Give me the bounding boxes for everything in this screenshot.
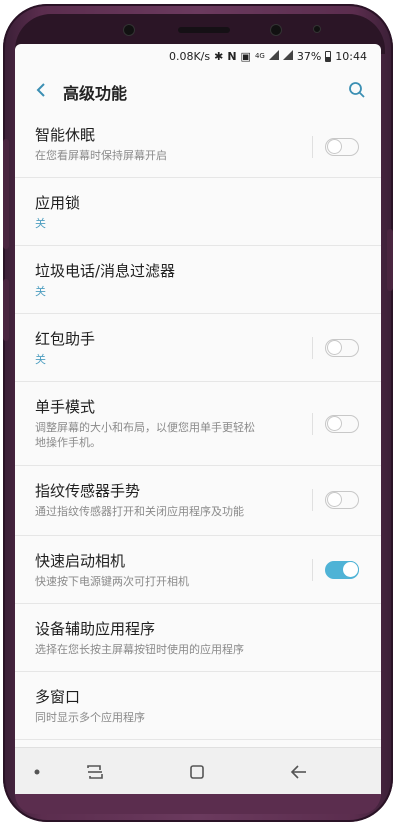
toggle-knob <box>327 139 342 154</box>
setting-title: 单手模式 <box>35 398 96 416</box>
network-type: 4G <box>254 52 265 60</box>
navigation-bar <box>15 747 381 795</box>
toggle-knob <box>327 492 342 507</box>
setting-title: 设备辅助应用程序 <box>35 620 156 638</box>
power-button <box>387 229 393 291</box>
volume-button <box>3 139 9 249</box>
clock: 10:44 <box>335 49 367 63</box>
recents-icon <box>87 765 103 779</box>
setting-status: 关 <box>35 353 46 366</box>
status-bar: 0.08K/s ✱ N ▣ 4G 37% 10:44 <box>15 44 381 68</box>
setting-multi-window[interactable]: 多窗口 同时显示多个应用程序 <box>15 672 381 740</box>
home-icon <box>190 765 204 779</box>
divider <box>312 136 313 158</box>
search-button[interactable] <box>343 76 371 104</box>
quick-camera-toggle[interactable] <box>325 561 359 579</box>
setting-fingerprint-gestures[interactable]: 指纹传感器手势 通过指纹传感器打开和关闭应用程序及功能 <box>15 466 381 536</box>
battery-percent: 37% <box>296 49 322 63</box>
red-packet-toggle[interactable] <box>325 339 359 357</box>
setting-title: 智能休眠 <box>35 126 96 144</box>
setting-app-lock[interactable]: 应用锁 关 <box>15 178 381 246</box>
toggle-knob <box>327 340 342 355</box>
toggle-knob <box>342 561 359 578</box>
divider <box>312 489 313 511</box>
home-button[interactable] <box>185 760 209 784</box>
chevron-left-icon <box>36 83 45 97</box>
signal-icon-2 <box>282 50 293 61</box>
bixby-button <box>3 279 9 341</box>
signal-icon <box>268 50 279 61</box>
setting-subtitle: 通过指纹传感器打开和关闭应用程序及功能 <box>35 505 244 518</box>
battery-icon <box>325 50 332 62</box>
back-button[interactable] <box>27 76 55 104</box>
nfc-icon: N <box>227 49 237 63</box>
setting-title: 快速启动相机 <box>35 552 126 570</box>
settings-list: 智能休眠 在您看屏幕时保持屏幕开启 应用锁 关 垃圾电话/消息过滤器 关 红包助… <box>15 116 381 740</box>
fingerprint-gestures-toggle[interactable] <box>325 491 359 509</box>
setting-subtitle: 快速按下电源键两次可打开相机 <box>35 575 189 588</box>
vibrate-icon: ▣ <box>240 49 251 63</box>
back-arrow-icon <box>290 765 306 779</box>
setting-subtitle: 选择在您长按主屏幕按钮时使用的应用程序 <box>35 643 244 656</box>
setting-subtitle: 在您看屏幕时保持屏幕开启 <box>35 149 167 162</box>
recents-button[interactable] <box>83 760 107 784</box>
setting-status: 关 <box>35 217 46 230</box>
setting-title: 多窗口 <box>35 688 81 706</box>
setting-one-hand-mode[interactable]: 单手模式 调整屏幕的大小和布局，以便您用单手更轻松地操作手机。 <box>15 382 381 466</box>
setting-smart-stay[interactable]: 智能休眠 在您看屏幕时保持屏幕开启 <box>15 116 381 178</box>
divider <box>312 337 313 359</box>
iris-sensor <box>313 25 321 33</box>
setting-spam-filter[interactable]: 垃圾电话/消息过滤器 关 <box>15 246 381 314</box>
proximity-sensor <box>123 24 135 36</box>
nav-dot <box>25 760 49 784</box>
setting-subtitle: 同时显示多个应用程序 <box>35 711 145 724</box>
front-camera <box>270 24 282 36</box>
earpiece-speaker <box>178 27 230 33</box>
dot-icon <box>34 769 40 775</box>
search-icon <box>349 82 365 98</box>
setting-device-assist-app[interactable]: 设备辅助应用程序 选择在您长按主屏幕按钮时使用的应用程序 <box>15 604 381 672</box>
page-title: 高级功能 <box>63 84 128 103</box>
setting-title: 红包助手 <box>35 330 96 348</box>
app-bar: 高级功能 <box>15 68 381 114</box>
screen: 0.08K/s ✱ N ▣ 4G 37% 10:44 高级功能 智能休眠 在您看… <box>15 44 381 794</box>
setting-title: 指纹传感器手势 <box>35 482 141 500</box>
setting-status: 关 <box>35 285 46 298</box>
setting-title: 垃圾电话/消息过滤器 <box>35 262 176 280</box>
smart-stay-toggle[interactable] <box>325 138 359 156</box>
setting-red-packet[interactable]: 红包助手 关 <box>15 314 381 382</box>
divider <box>312 413 313 435</box>
bluetooth-icon: ✱ <box>214 49 224 63</box>
bottom-bezel <box>15 794 381 814</box>
toggle-knob <box>327 416 342 431</box>
setting-quick-camera[interactable]: 快速启动相机 快速按下电源键两次可打开相机 <box>15 536 381 604</box>
network-speed: 0.08K/s <box>168 49 211 63</box>
divider <box>312 559 313 581</box>
one-hand-mode-toggle[interactable] <box>325 415 359 433</box>
nav-back-button[interactable] <box>287 760 311 784</box>
setting-title: 应用锁 <box>35 194 81 212</box>
setting-subtitle: 调整屏幕的大小和布局，以便您用单手更轻松地操作手机。 <box>35 421 255 449</box>
